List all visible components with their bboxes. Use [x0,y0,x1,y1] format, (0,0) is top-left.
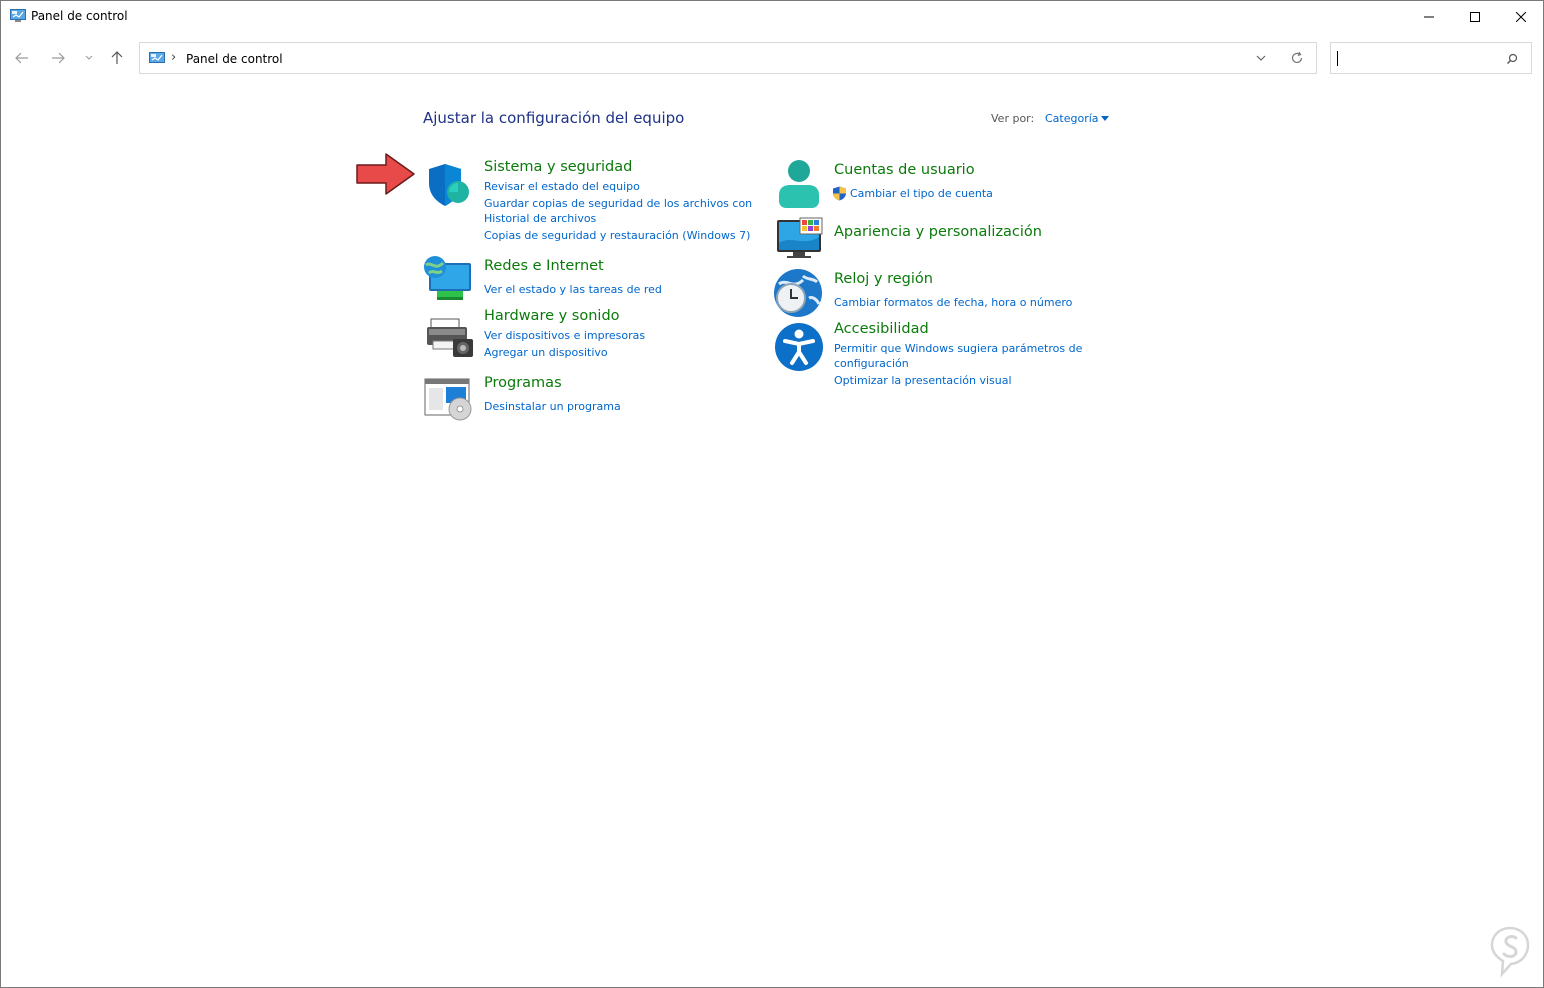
category-clock-region[interactable]: Reloj y región [834,271,933,287]
printer-icon[interactable] [425,317,475,359]
programs-icon[interactable] [424,378,474,422]
back-button[interactable] [13,49,31,67]
control-panel-app-icon [10,9,26,22]
forward-button[interactable] [49,49,67,67]
link-optimize-visual-display[interactable]: Optimizar la presentación visual [834,373,1012,388]
category-system-security[interactable]: Sistema y seguridad [484,159,632,175]
close-button[interactable] [1498,1,1544,32]
chevron-down-icon [85,55,93,60]
link-network-status-tasks[interactable]: Ver el estado y las tareas de red [484,282,662,297]
link-add-device[interactable]: Agregar un dispositivo [484,345,608,360]
link-file-history-backup[interactable]: Guardar copias de seguridad de los archi… [484,196,752,211]
title-bar: Panel de control [1,1,1543,32]
category-appearance-personalization[interactable]: Apariencia y personalización [834,224,1042,240]
search-icon [1507,53,1518,64]
text-caret [1337,51,1338,66]
view-by-label: Ver por: [991,112,1035,125]
category-accessibility[interactable]: Accesibilidad [834,321,929,337]
clock-globe-icon[interactable] [773,268,823,318]
page-title: Ajustar la configuración del equipo [423,109,685,127]
uac-shield-icon [833,186,846,201]
link-windows-suggest-settings[interactable]: Permitir que Windows sugiera parámetros … [834,341,1082,356]
network-globe-icon[interactable] [423,255,473,303]
annotation-arrow-icon [356,153,415,195]
shield-icon[interactable] [425,161,473,209]
link-file-history-backup-cont[interactable]: Historial de archivos [484,211,596,226]
up-button[interactable] [108,49,126,67]
category-user-accounts[interactable]: Cuentas de usuario [834,162,975,178]
maximize-icon [1470,11,1480,22]
up-arrow-icon [111,51,123,64]
link-change-date-time-number-formats[interactable]: Cambiar formatos de fecha, hora o número [834,295,1072,310]
minimize-button[interactable] [1406,1,1452,32]
address-dropdown-icon[interactable] [1255,52,1267,64]
accessibility-icon[interactable] [774,322,824,372]
link-review-computer-status[interactable]: Revisar el estado del equipo [484,179,640,194]
address-bar[interactable]: › Panel de control [139,42,1317,74]
view-by-caret-icon[interactable] [1101,116,1109,121]
category-hardware-sound[interactable]: Hardware y sonido [484,308,620,324]
forward-arrow-icon [52,52,65,64]
refresh-icon[interactable] [1290,51,1304,65]
link-backup-restore-win7[interactable]: Copias de seguridad y restauración (Wind… [484,228,750,243]
category-network-internet[interactable]: Redes e Internet [484,258,604,274]
view-by-dropdown[interactable]: Categoría [1045,112,1099,125]
watermark-logo-icon [1490,926,1530,978]
breadcrumb-separator[interactable]: › [171,50,176,65]
search-input[interactable] [1330,42,1532,74]
recent-locations-button[interactable] [80,49,98,67]
window-title: Panel de control [31,9,128,23]
category-programs[interactable]: Programas [484,375,562,391]
back-arrow-icon [15,52,28,64]
close-icon [1516,11,1526,22]
breadcrumb-control-panel[interactable]: Panel de control [186,52,283,66]
link-windows-suggest-settings-cont[interactable]: configuración [834,356,909,371]
monitor-palette-icon[interactable] [776,217,824,259]
user-icon[interactable] [776,159,822,209]
control-panel-window: Panel de control › Panel de control Ajus… [0,0,1544,988]
maximize-button[interactable] [1452,1,1498,32]
link-devices-printers[interactable]: Ver dispositivos e impresoras [484,328,645,343]
minimize-icon [1424,16,1434,17]
control-panel-location-icon [149,52,165,63]
link-change-account-type[interactable]: Cambiar el tipo de cuenta [850,186,993,201]
link-uninstall-program[interactable]: Desinstalar un programa [484,399,621,414]
